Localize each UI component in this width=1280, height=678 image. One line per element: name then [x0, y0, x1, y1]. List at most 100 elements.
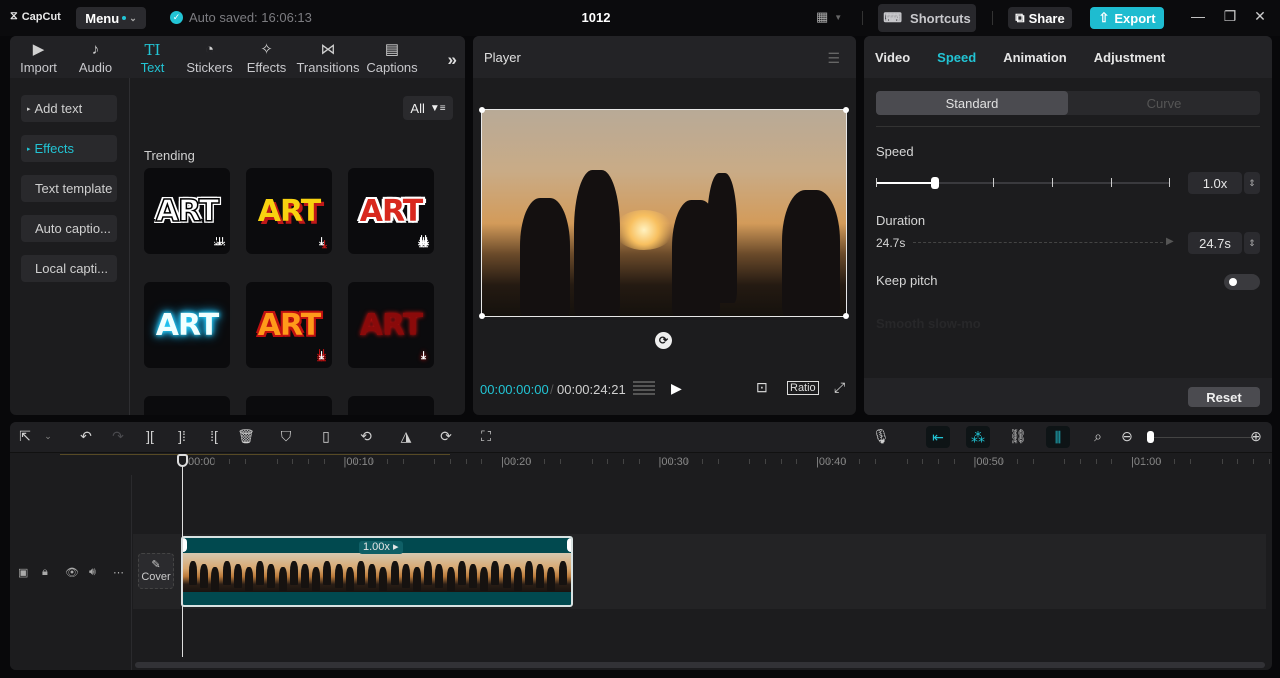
- tab-transitions[interactable]: ⋈ Transitions: [295, 36, 361, 78]
- playhead-handle[interactable]: [177, 454, 188, 467]
- zoom-fit-icon[interactable]: ⊡: [756, 379, 768, 396]
- export-button[interactable]: ⇧ Export: [1090, 7, 1164, 29]
- volume-icon[interactable]: 🔊︎: [89, 566, 96, 579]
- text-effect-card[interactable]: ART: [144, 282, 230, 368]
- duration-stepper-icon[interactable]: ⇕: [1244, 232, 1260, 254]
- text-sidenav: ▸ Add text ▸ Effects Text template Auto ca…: [10, 78, 130, 415]
- lock-icon[interactable]: 🔒︎: [42, 566, 48, 579]
- tab-animation[interactable]: Animation: [1003, 50, 1067, 65]
- minimize-button[interactable]: —: [1188, 8, 1208, 24]
- sidenav-auto-captions[interactable]: Auto captio...: [21, 215, 117, 242]
- rotate-icon[interactable]: ⟳: [655, 332, 672, 349]
- mirror-icon[interactable]: ◮: [396, 428, 416, 445]
- maximize-button[interactable]: ❐: [1220, 8, 1240, 25]
- text-effect-card[interactable]: [246, 396, 332, 415]
- split-right-icon[interactable]: ⁞[: [204, 428, 224, 444]
- fullscreen-icon[interactable]: ⤢: [834, 379, 845, 396]
- timeline-zoom-slider[interactable]: [1150, 437, 1256, 438]
- text-effect-card[interactable]: ART ⤓: [246, 282, 332, 368]
- tab-captions[interactable]: ▤ Captions: [361, 36, 423, 78]
- link-icon[interactable]: ⛓: [1008, 428, 1028, 445]
- freeze-frame-icon[interactable]: ▯: [316, 428, 336, 445]
- marker-icon[interactable]: ⛉: [276, 428, 296, 445]
- sidenav-local-captions[interactable]: Local capti...: [21, 255, 117, 282]
- text-effect-card[interactable]: ART ⤓: [144, 168, 230, 254]
- share-button[interactable]: ⧉ Share: [1008, 7, 1072, 29]
- shortcuts-button[interactable]: ⌨ Shortcuts: [878, 4, 976, 32]
- sidenav-text-template[interactable]: Text template: [21, 175, 117, 202]
- play-button[interactable]: ▶: [671, 380, 682, 397]
- clip-trim-handle-right[interactable]: [567, 538, 571, 552]
- split-icon[interactable]: ][: [140, 428, 160, 444]
- tab-stickers[interactable]: ◔ Stickers: [181, 36, 238, 78]
- mode-curve[interactable]: Curve: [1068, 91, 1260, 115]
- sidenav-effects[interactable]: ▸ Effects: [21, 135, 117, 162]
- delete-icon[interactable]: 🗑: [236, 428, 256, 445]
- download-icon[interactable]: ⤓: [217, 236, 222, 249]
- keep-pitch-toggle[interactable]: [1224, 274, 1260, 290]
- mode-standard[interactable]: Standard: [876, 91, 1068, 115]
- tab-adjustment[interactable]: Adjustment: [1094, 50, 1166, 65]
- text-effect-card[interactable]: ART ⤓: [246, 168, 332, 254]
- main-track-magnet-icon[interactable]: ⇤: [926, 426, 950, 448]
- card-text: ART: [359, 193, 423, 229]
- tab-effects[interactable]: ✧ Effects: [238, 36, 295, 78]
- split-left-icon[interactable]: ]⁞: [172, 428, 192, 444]
- sidenav-add-text[interactable]: ▸ Add text: [21, 95, 117, 122]
- resize-handle[interactable]: [843, 313, 849, 319]
- undo-icon[interactable]: ↶: [76, 428, 96, 445]
- hamburger-menu-icon[interactable]: ☰: [827, 50, 840, 67]
- microphone-icon[interactable]: 🎙: [871, 428, 891, 445]
- text-effect-card[interactable]: ART ⤓: [348, 168, 434, 254]
- auto-snap-icon[interactable]: ⁂: [966, 426, 990, 448]
- tab-import[interactable]: ▶ Import: [10, 36, 67, 78]
- layout-button[interactable]: ▦ ▼: [816, 9, 842, 25]
- zoom-in-icon[interactable]: ⊕: [1246, 428, 1266, 445]
- cover-button[interactable]: ✎ Cover: [138, 553, 174, 589]
- more-icon[interactable]: ⋯: [113, 566, 124, 579]
- speed-slider-knob[interactable]: [930, 177, 939, 189]
- ratio-button[interactable]: Ratio: [787, 381, 819, 395]
- timeline-scrollbar[interactable]: [135, 662, 1265, 668]
- more-tabs-icon[interactable]: »: [448, 50, 457, 70]
- speed-value-input[interactable]: 1.0x: [1188, 172, 1242, 194]
- thumbnail-figure: [536, 564, 545, 588]
- filter-button[interactable]: All ▼≡: [403, 96, 453, 120]
- select-cursor-icon[interactable]: ⇱: [15, 428, 35, 445]
- reset-button[interactable]: Reset: [1188, 387, 1260, 407]
- tab-speed[interactable]: Speed: [937, 50, 976, 65]
- video-preview[interactable]: [481, 109, 847, 317]
- speed-stepper-icon[interactable]: ⇕: [1244, 172, 1260, 194]
- text-effect-card[interactable]: [144, 396, 230, 415]
- text-effect-card[interactable]: [348, 396, 434, 415]
- tab-audio[interactable]: ♪ Audio: [67, 36, 124, 78]
- chevron-down-icon[interactable]: ⌄: [38, 431, 58, 442]
- redo-icon[interactable]: ↷: [108, 428, 128, 445]
- download-icon[interactable]: ⤓: [421, 236, 426, 249]
- resize-handle[interactable]: [479, 313, 485, 319]
- download-icon[interactable]: ⤓: [421, 350, 426, 363]
- resize-handle[interactable]: [479, 107, 485, 113]
- video-clip[interactable]: 1.00x ▸: [181, 536, 573, 607]
- preview-axis-icon[interactable]: ⫼: [1046, 426, 1070, 448]
- crop-icon[interactable]: ⛶: [476, 428, 496, 445]
- speed-slider[interactable]: [876, 177, 1170, 189]
- duration-value-input[interactable]: 24.7s: [1188, 232, 1242, 254]
- ruler-tick: [434, 459, 435, 464]
- reverse-icon[interactable]: ⟲: [356, 428, 376, 445]
- tab-text[interactable]: TI Text: [124, 36, 181, 78]
- tab-video[interactable]: Video: [875, 50, 910, 65]
- clip-trim-handle-left[interactable]: [183, 538, 187, 552]
- resize-handle[interactable]: [843, 107, 849, 113]
- timeline-ruler[interactable]: 00:00 |00:10 |00:20 |00:30 |00:40 |00:50 |01:0…: [132, 453, 1272, 475]
- rotate-icon[interactable]: ⟳: [436, 428, 456, 445]
- playhead[interactable]: [182, 455, 183, 657]
- timeline-zoom-knob[interactable]: [1147, 431, 1154, 443]
- text-effect-card[interactable]: ART ⤓: [348, 282, 434, 368]
- download-icon[interactable]: ⤓: [319, 236, 324, 249]
- timeline-zoom-fit-icon[interactable]: ⌕: [1088, 428, 1108, 445]
- close-button[interactable]: ✕: [1250, 8, 1270, 25]
- download-icon[interactable]: ⤓: [319, 350, 324, 363]
- zoom-out-icon[interactable]: ⊖: [1117, 428, 1137, 445]
- eye-icon[interactable]: 👁︎: [65, 566, 79, 579]
